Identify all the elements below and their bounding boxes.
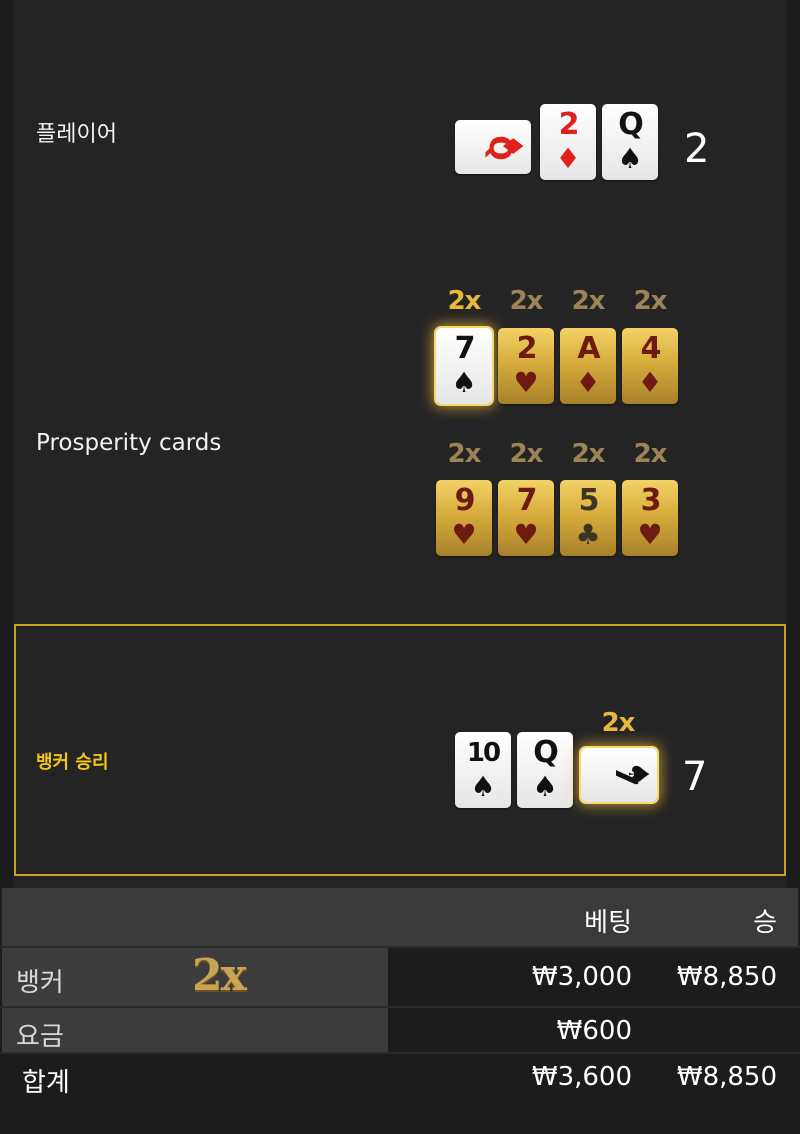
header-bet: 베팅	[584, 908, 632, 938]
header-win: 승	[753, 908, 777, 938]
banker-card-multiplier: 2x	[601, 708, 636, 738]
banker-score: 7	[682, 754, 708, 800]
prosperity-multiplier: 2x	[447, 286, 482, 316]
prosperity-label: Prosperity cards	[36, 430, 222, 456]
prosperity-card: A ♦	[560, 328, 616, 404]
prosperity-card: 3 ♥	[622, 480, 678, 556]
prosperity-multiplier: 2x	[447, 439, 482, 469]
banker-bet-amount: ₩3,000	[531, 962, 632, 992]
player-card-1: Q ♦	[455, 120, 531, 174]
banker-bet-multiplier: 2x	[192, 950, 247, 1001]
player-card-2: 2 ♦	[540, 104, 596, 180]
fee-label: 요금	[16, 1022, 64, 1052]
total-bet-amount: ₩3,600	[531, 1062, 632, 1092]
prosperity-card: 2 ♥	[498, 328, 554, 404]
banker-win-amount: ₩8,850	[676, 962, 777, 992]
prosperity-multiplier: 2x	[509, 286, 544, 316]
fee-amount: ₩600	[556, 1016, 632, 1046]
divider	[0, 1052, 800, 1054]
prosperity-card: 7 ♥	[498, 480, 554, 556]
banker-win-box	[14, 624, 786, 876]
prosperity-card: 9 ♥	[436, 480, 492, 556]
prosperity-multiplier: 2x	[571, 439, 606, 469]
banker-card-3: 7 ♠	[581, 748, 657, 802]
player-score: 2	[684, 126, 710, 172]
total-label: 합계	[22, 1068, 70, 1098]
prosperity-card: 5 ♣	[560, 480, 616, 556]
prosperity-multiplier: 2x	[633, 439, 668, 469]
banker-win-label: 뱅커 승리	[36, 752, 109, 773]
prosperity-multiplier: 2x	[571, 286, 606, 316]
banker-card-2: Q ♠	[517, 732, 573, 808]
player-card-3: Q ♠	[602, 104, 658, 180]
player-label: 플레이어	[36, 122, 117, 147]
banker-card-1: 10 ♠	[455, 732, 511, 808]
bet-label-banker: 뱅커	[16, 968, 64, 998]
prosperity-card: 4 ♦	[622, 328, 678, 404]
total-win-amount: ₩8,850	[676, 1062, 777, 1092]
prosperity-card-highlighted: 7 ♠	[436, 328, 492, 404]
prosperity-multiplier: 2x	[509, 439, 544, 469]
prosperity-multiplier: 2x	[633, 286, 668, 316]
